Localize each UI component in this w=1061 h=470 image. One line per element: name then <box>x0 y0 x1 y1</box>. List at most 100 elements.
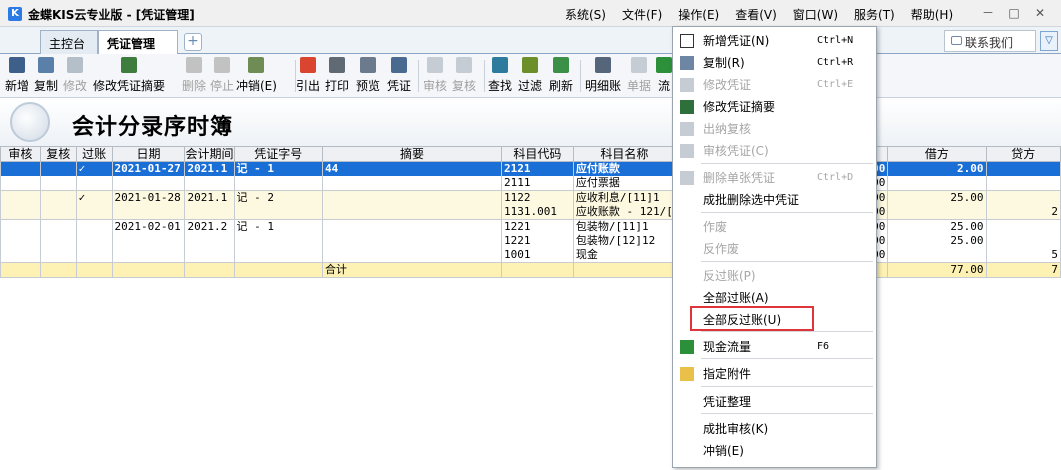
toolbar-button-refresh[interactable]: 刷新 <box>549 57 573 94</box>
minimize-button[interactable]: － <box>975 4 1001 22</box>
menu-item-4[interactable]: 出纳复核 <box>673 118 876 140</box>
menu-item-1[interactable]: 复制(R) Ctrl+R <box>673 52 876 74</box>
table-cell <box>39 176 77 191</box>
empty-cell <box>1 446 41 460</box>
menu-item-0[interactable]: 新增凭证(N) Ctrl+N <box>673 30 876 52</box>
table-cell <box>39 205 77 220</box>
column-header[interactable]: 科目代码 <box>501 146 574 162</box>
table-cell <box>111 248 186 263</box>
menu-item-3[interactable]: 修改凭证摘要 <box>673 96 876 118</box>
close-window-button[interactable]: ✕ <box>1027 4 1053 22</box>
menu-separator <box>701 163 873 164</box>
table-row[interactable]: 1131.001 应收账款 - 121/[00 2 <box>0 205 1061 220</box>
empty-cell <box>76 348 112 362</box>
toolbar-button-audit[interactable]: 审核 <box>423 57 447 94</box>
tab-voucher-management[interactable]: 凭证管理✕ <box>98 30 178 66</box>
toolbar-button-flow[interactable]: 流 <box>656 57 672 94</box>
toolbar-button-delete[interactable]: 删除 <box>182 57 206 94</box>
menu-separator <box>701 261 873 262</box>
menu-item-8[interactable]: 作废 <box>673 216 876 238</box>
menu-item-5[interactable]: 审核凭证(C) <box>673 140 876 162</box>
menu-item-13[interactable]: 现金流量 F6 <box>673 336 876 358</box>
toolbar-button-filter[interactable]: 过滤 <box>518 57 542 94</box>
total-row[interactable]: 合计 77.00 7 <box>0 262 1061 278</box>
menu-0[interactable]: 系统(S) <box>565 6 606 23</box>
table-cell <box>75 176 113 191</box>
toolbar-button-stop[interactable]: 停止 <box>210 57 234 94</box>
table-cell <box>572 262 676 278</box>
menu-item-7[interactable]: 成批删除选中凭证 <box>673 189 876 211</box>
menu-item-14[interactable]: 指定附件 <box>673 363 876 385</box>
empty-cell <box>1 404 41 418</box>
column-header[interactable]: 会计期间 <box>184 146 235 162</box>
menu-item-6[interactable]: 删除单张凭证 Ctrl+D <box>673 167 876 189</box>
column-header[interactable]: 日期 <box>111 146 186 162</box>
toolbar-button-edit-summary[interactable]: 修改凭证摘要 <box>93 57 165 94</box>
table-row[interactable]: 1221 包装物/[12]12 00 25.00 <box>0 234 1061 248</box>
toolbar-button-find[interactable]: 查找 <box>488 57 512 94</box>
menu-4[interactable]: 窗口(W) <box>793 6 838 23</box>
table-row[interactable]: 1001 现金 00 5 <box>0 248 1061 263</box>
toolbar-label: 修改 <box>63 79 88 93</box>
empty-cell <box>40 292 76 306</box>
toolbar-button-document[interactable]: 单据 <box>627 57 651 94</box>
empty-cell <box>112 334 185 348</box>
empty-cell <box>234 292 322 306</box>
table-cell: 记 - 2 <box>233 190 323 205</box>
menu-item-label: 凭证整理 <box>703 395 752 409</box>
menu-5[interactable]: 服务(T) <box>854 6 895 23</box>
toolbar-button-export[interactable]: 引出 <box>296 57 320 94</box>
table-cell: 2121 <box>501 161 574 176</box>
menu-item-2[interactable]: 修改凭证 Ctrl+E <box>673 74 876 96</box>
toolbar-button-new-doc[interactable]: 新增 <box>5 57 29 94</box>
tab-home[interactable]: 主控台 <box>40 30 98 54</box>
toolbar-button-recheck[interactable]: 复核 <box>452 57 476 94</box>
column-header[interactable]: 凭证字号 <box>233 146 323 162</box>
empty-cell <box>1 376 41 390</box>
toolbar-button-ledger-detail[interactable]: 明细账 <box>585 57 621 94</box>
table-cell <box>887 176 987 191</box>
add-tab-button[interactable]: + <box>184 33 202 51</box>
column-header[interactable]: 审核 <box>0 146 41 162</box>
collapse-toggle-button[interactable]: ▽ <box>1040 31 1058 51</box>
empty-cell <box>185 362 234 376</box>
table-cell <box>321 190 503 205</box>
table-cell <box>0 205 41 220</box>
contact-us-label: 联系我们 <box>965 36 1014 50</box>
menu-item-9[interactable]: 反作废 <box>673 238 876 260</box>
menu-item-15[interactable]: 凭证整理 <box>673 391 876 413</box>
restore-button[interactable]: □ <box>1001 4 1027 22</box>
menu-item-label: 成批删除选中凭证 <box>703 193 800 207</box>
menu-6[interactable]: 帮助(H) <box>911 6 953 23</box>
empty-cell <box>573 418 675 432</box>
column-header[interactable]: 摘要 <box>321 146 503 162</box>
menu-item-label: 审核凭证(C) <box>703 144 769 158</box>
menu-2[interactable]: 操作(E) <box>678 6 719 23</box>
table-row[interactable]: 2111 应付票据 00 <box>0 176 1061 191</box>
toolbar-button-voucher[interactable]: 凭证 <box>387 57 411 94</box>
column-header[interactable]: 科目名称 <box>572 146 676 162</box>
column-header[interactable]: 贷方 <box>985 146 1061 162</box>
empty-row <box>1 306 1061 320</box>
toolbar-button-edit[interactable]: 修改 <box>63 57 87 94</box>
toolbar-button-preview[interactable]: 预览 <box>356 57 380 94</box>
toolbar-button-copy[interactable]: 复制 <box>34 57 58 94</box>
table-row[interactable]: 2021-02-01 2021.2 记 - 1 1221 包装物/[11]1 00 25.0… <box>0 219 1061 234</box>
toolbar-button-print[interactable]: 打印 <box>325 57 349 94</box>
table-row[interactable]: ✓ 2021-01-28 2021.1 记 - 2 1122 应收利息/[11]1 00 25… <box>0 190 1061 205</box>
menu-3[interactable]: 查看(V) <box>735 6 777 23</box>
menu-item-16[interactable]: 成批审核(K) <box>673 418 876 440</box>
menu-1[interactable]: 文件(F) <box>622 6 662 23</box>
column-header[interactable]: 借方 <box>887 146 987 162</box>
empty-row <box>1 404 1061 418</box>
table-row[interactable]: ✓ 2021-01-27 2021.1 记 - 1 44 2121 应付账款 00 2.00 <box>0 161 1061 176</box>
contact-us-button[interactable]: 联系我们 <box>944 30 1036 52</box>
column-header[interactable]: 过账 <box>75 146 113 162</box>
column-header[interactable]: 复核 <box>39 146 77 162</box>
toolbar-label: 引出 <box>296 79 321 93</box>
menu-item-17[interactable]: 冲销(E) <box>673 440 876 462</box>
toolbar-button-reverse[interactable]: 冲销(E) <box>236 57 277 94</box>
empty-cell <box>185 446 234 460</box>
menu-item-10[interactable]: 反过账(P) <box>673 265 876 287</box>
table-cell: 2021-01-27 <box>111 161 186 176</box>
